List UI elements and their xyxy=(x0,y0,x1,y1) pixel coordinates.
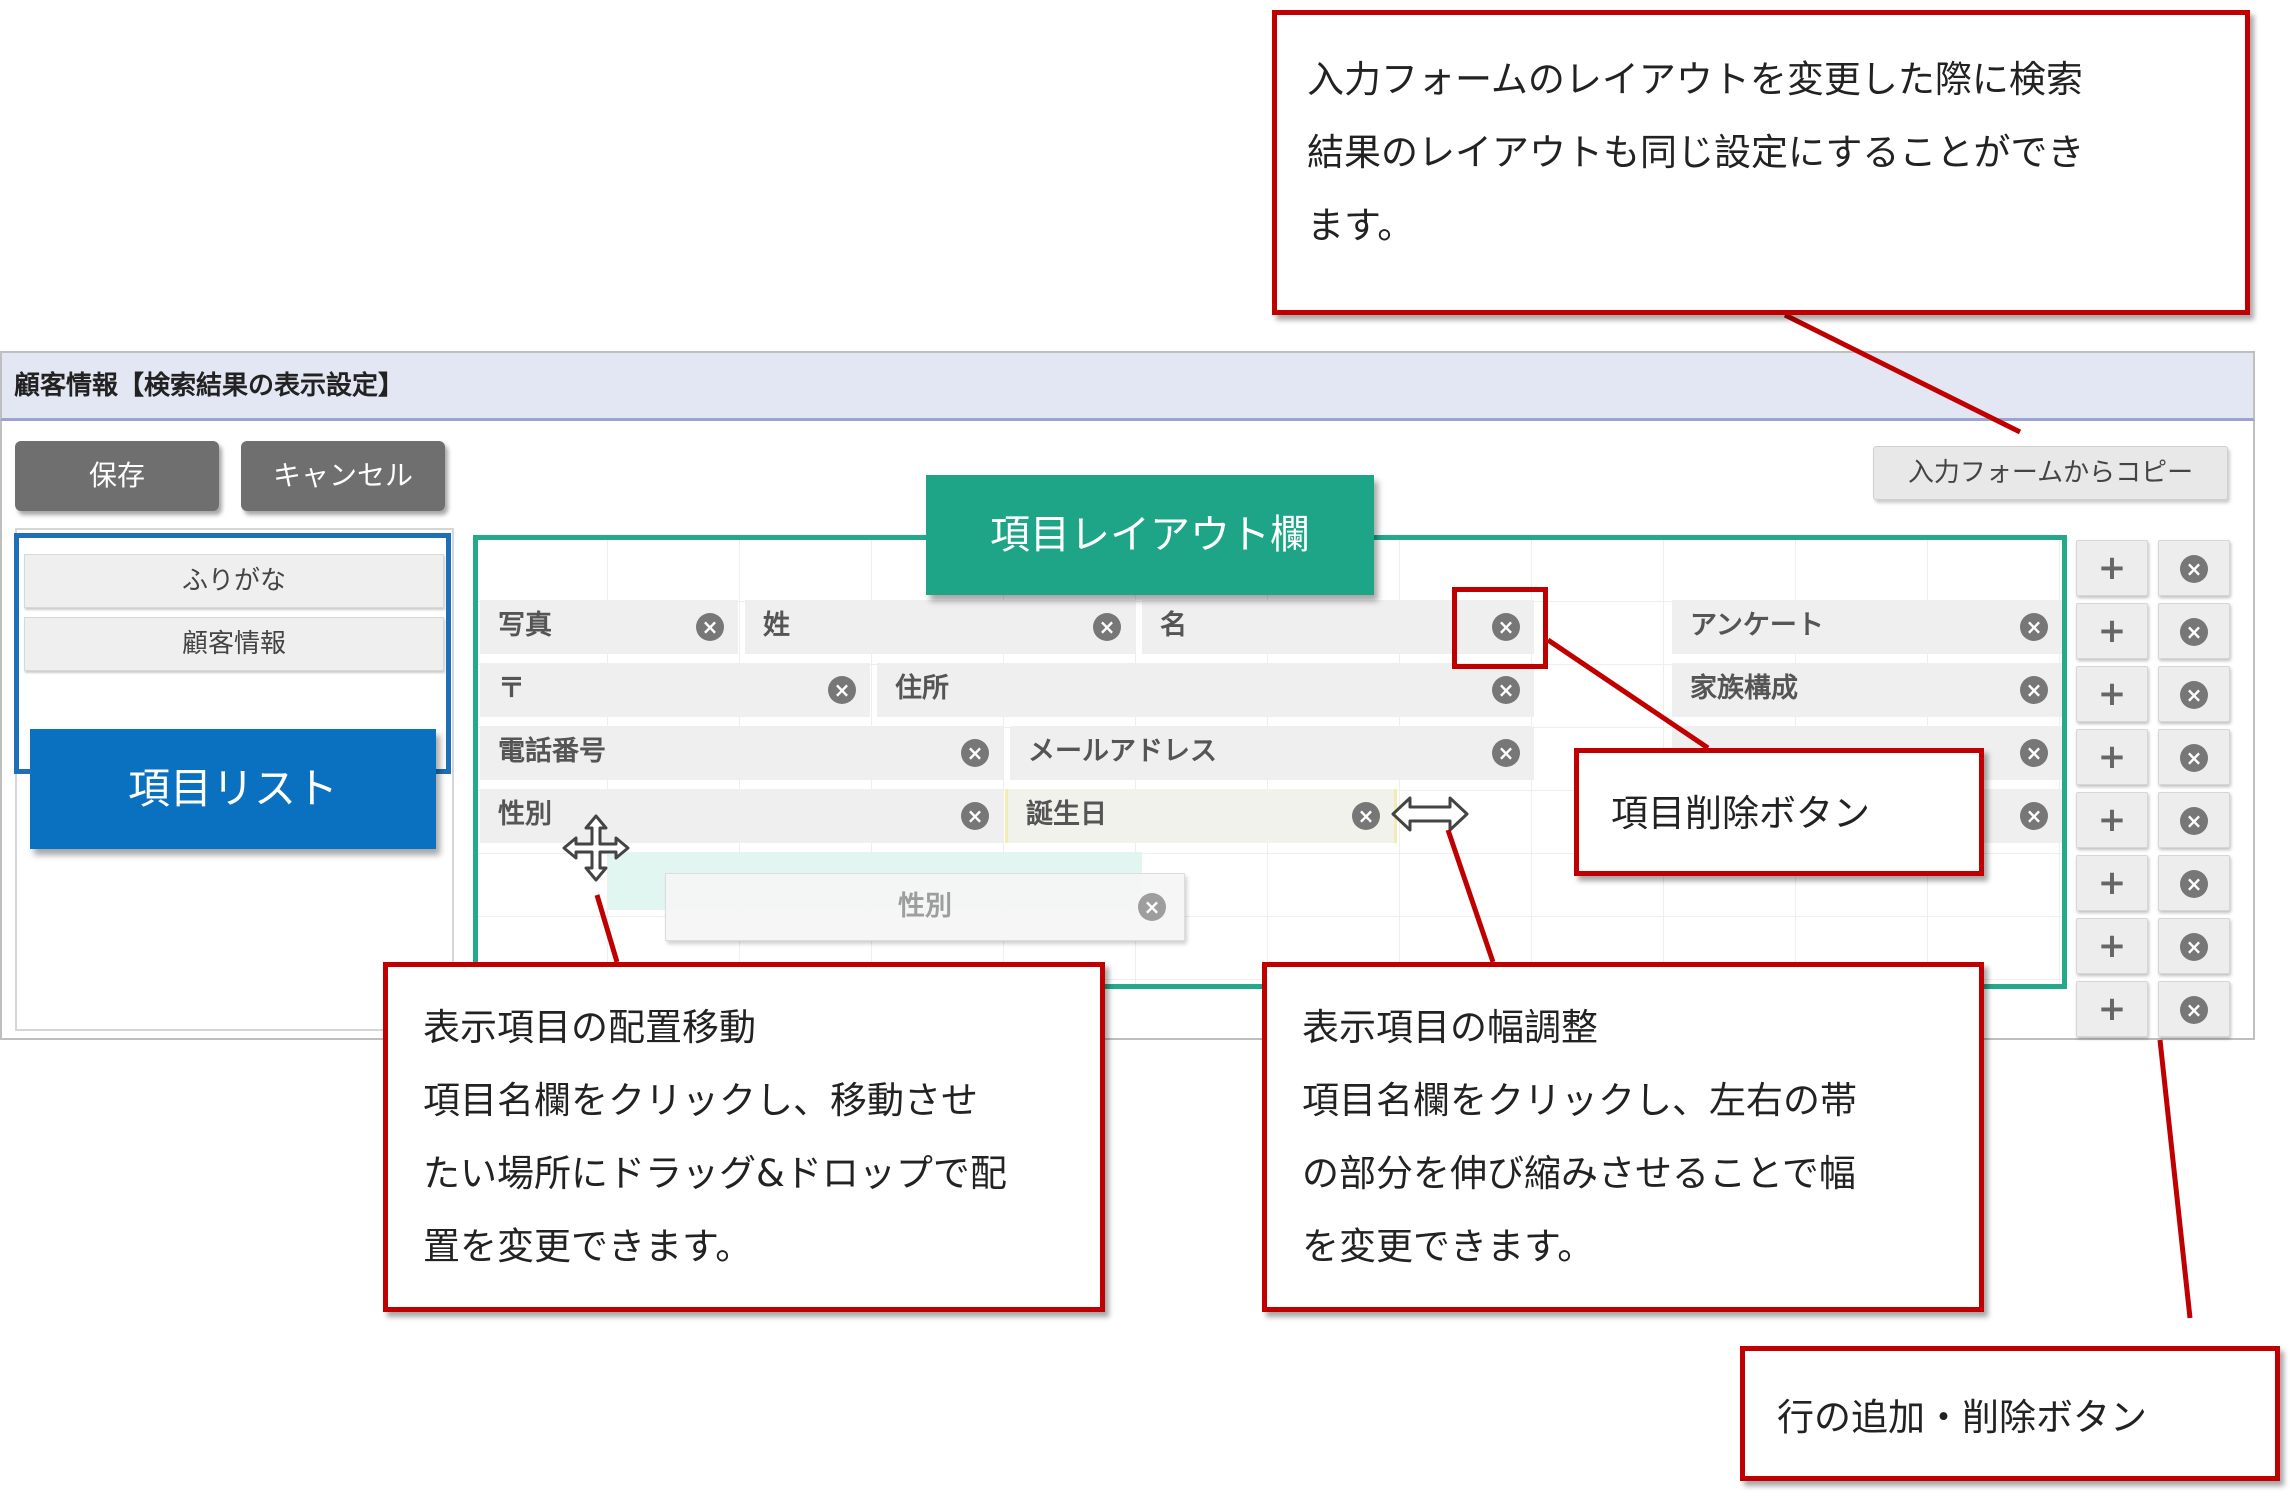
callout-line: たい場所にドラッグ&ドロップで配 xyxy=(423,1152,1007,1195)
layout-grid-annotation-label: 項目レイアウト欄 xyxy=(926,475,1374,595)
delete-row-button[interactable]: × xyxy=(2158,729,2230,785)
add-row-button[interactable]: + xyxy=(2076,666,2148,722)
delete-row-button[interactable]: × xyxy=(2158,666,2230,722)
add-row-button[interactable]: + xyxy=(2076,918,2148,974)
callout-line: 項目名欄をクリックし、移動させ xyxy=(423,1079,978,1122)
add-row-button[interactable]: + xyxy=(2076,540,2148,596)
callout-copy-from-form: 入力フォームのレイアウトを変更した際に検索 結果のレイアウトも同じ設定にすること… xyxy=(1272,10,2250,315)
callout-line: 行の追加・削除ボタン xyxy=(1777,1396,2147,1439)
delete-row-button[interactable]: × xyxy=(2158,855,2230,911)
callout-row-buttons: 行の追加・削除ボタン xyxy=(1740,1346,2280,1481)
add-row-button[interactable]: + xyxy=(2076,981,2148,1037)
delete-row-icon: × xyxy=(2180,554,2208,583)
delete-row-icon: × xyxy=(2180,680,2208,709)
add-row-button[interactable]: + xyxy=(2076,855,2148,911)
callout-line: の部分を伸び縮みさせることで幅 xyxy=(1302,1152,1856,1195)
callout-line: 表示項目の配置移動 xyxy=(423,1006,756,1049)
callout-delete-item-button: 項目削除ボタン xyxy=(1574,748,1984,876)
callout-line: 表示項目の幅調整 xyxy=(1302,1006,1598,1049)
add-row-button[interactable]: + xyxy=(2076,729,2148,785)
delete-row-icon: × xyxy=(2180,617,2208,646)
delete-row-icon: × xyxy=(2180,806,2208,835)
item-list-annotation-label: 項目リスト xyxy=(30,729,436,849)
add-row-button[interactable]: + xyxy=(2076,603,2148,659)
delete-row-button[interactable]: × xyxy=(2158,918,2230,974)
cancel-button[interactable]: キャンセル xyxy=(241,441,445,511)
delete-row-button[interactable]: × xyxy=(2158,792,2230,848)
add-row-button[interactable]: + xyxy=(2076,792,2148,848)
callout-line: 項目削除ボタン xyxy=(1611,792,1870,835)
delete-row-icon: × xyxy=(2180,995,2208,1024)
callout-line: ます。 xyxy=(1307,204,1415,247)
callout-line: 結果のレイアウトも同じ設定にすることができ xyxy=(1307,131,2085,174)
delete-row-icon: × xyxy=(2180,869,2208,898)
callout-line: 項目名欄をクリックし、左右の帯 xyxy=(1302,1079,1857,1122)
delete-row-icon: × xyxy=(2180,932,2208,961)
window-title: 顧客情報【検索結果の表示設定】 xyxy=(0,351,2255,421)
callout-line: を変更できます。 xyxy=(1302,1225,1595,1268)
delete-row-button[interactable]: × xyxy=(2158,540,2230,596)
delete-row-button[interactable]: × xyxy=(2158,981,2230,1037)
callout-move-field: 表示項目の配置移動 項目名欄をクリックし、移動させ たい場所にドラッグ&ドロップ… xyxy=(383,962,1105,1312)
delete-button-highlight xyxy=(1452,587,1548,669)
copy-from-input-form-button[interactable]: 入力フォームからコピー xyxy=(1873,446,2228,500)
callout-resize-field: 表示項目の幅調整 項目名欄をクリックし、左右の帯 の部分を伸び縮みさせることで幅… xyxy=(1262,962,1984,1312)
save-button[interactable]: 保存 xyxy=(15,441,219,511)
delete-row-button[interactable]: × xyxy=(2158,603,2230,659)
callout-line: 入力フォームのレイアウトを変更した際に検索 xyxy=(1307,58,2083,101)
callout-line: 置を変更できます。 xyxy=(423,1225,753,1268)
delete-row-icon: × xyxy=(2180,743,2208,772)
